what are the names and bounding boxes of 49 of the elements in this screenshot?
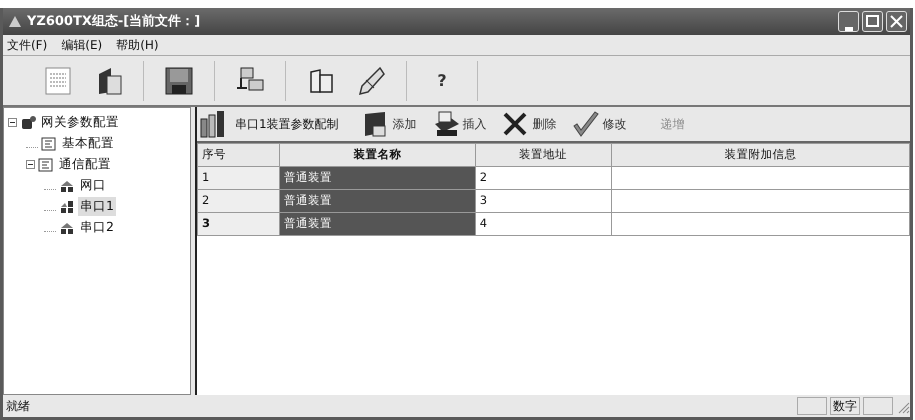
list-icon[interactable] — [43, 66, 73, 96]
checkmark-icon — [570, 110, 599, 138]
menu-item[interactable]: 文件(F) — [7, 36, 48, 54]
panel-title: 串口1装置参数配制 — [235, 116, 339, 133]
tree-item[interactable]: 串口1 — [78, 197, 116, 216]
table-cell: 4 — [475, 212, 612, 236]
close-icon — [888, 13, 905, 30]
status-indicator: 数字 — [830, 397, 860, 415]
status-panel — [863, 397, 893, 415]
column-header: 装置名称 — [280, 144, 476, 166]
table-cell: 普通装置 — [280, 212, 476, 236]
collapse-icon[interactable] — [8, 118, 17, 128]
table-cell: 3 — [198, 212, 280, 236]
collapse-icon[interactable] — [26, 160, 35, 170]
help-button[interactable]: ? — [417, 60, 467, 102]
toolbar-button[interactable]: 添加 — [356, 110, 421, 138]
toolbar-button[interactable]: 删除 — [496, 110, 561, 138]
maximize-icon — [864, 13, 881, 30]
tree-item[interactable]: 基本配置 — [60, 134, 116, 153]
minimize-icon — [844, 27, 852, 31]
column-header: 序号 — [198, 144, 280, 166]
highlighter-icon[interactable] — [356, 66, 386, 96]
status-panel — [797, 397, 827, 415]
column-header: 装置附加信息 — [611, 144, 910, 166]
table-cell: 2 — [198, 190, 280, 212]
table-cell: 普通装置 — [280, 190, 476, 212]
toolbar-button[interactable]: 修改 — [566, 110, 631, 138]
cross-icon — [500, 110, 529, 138]
menu-item[interactable]: 帮助(H) — [116, 36, 159, 54]
status-text: 就绪 — [6, 398, 31, 415]
gateway-icon — [20, 114, 36, 131]
tree-item[interactable]: 通信配置 — [57, 155, 113, 174]
form-icon — [38, 156, 54, 173]
window-title: YZ600TX组态-[当前文件：] — [27, 12, 202, 31]
resize-grip-icon[interactable] — [896, 400, 910, 414]
menu-item[interactable]: 编辑(E) — [61, 36, 102, 54]
form-icon — [41, 136, 57, 152]
maximize-button[interactable] — [862, 11, 883, 32]
tree-item[interactable]: 网关参数配置 — [39, 113, 121, 132]
minimize-button[interactable] — [838, 11, 859, 32]
table-cell: 1 — [198, 166, 280, 190]
toolbar-button[interactable]: 插入 — [426, 110, 491, 138]
table-cell: 2 — [475, 166, 612, 190]
table-cell: 普通装置 — [280, 166, 476, 190]
column-header: 装置地址 — [475, 144, 612, 166]
tree-item[interactable]: 网口 — [78, 176, 108, 195]
table-cell: 3 — [475, 190, 612, 212]
close-button[interactable] — [886, 11, 907, 32]
tree-item[interactable]: 串口2 — [78, 218, 116, 237]
